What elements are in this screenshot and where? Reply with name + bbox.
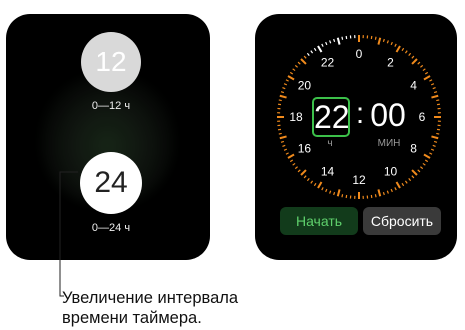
caption-line-2: времени таймера. (62, 309, 202, 327)
caption: Увеличение интервала времени таймера. (62, 288, 238, 328)
callout-line (59, 171, 78, 297)
caption-line-1: Увеличение интервала (62, 289, 239, 307)
